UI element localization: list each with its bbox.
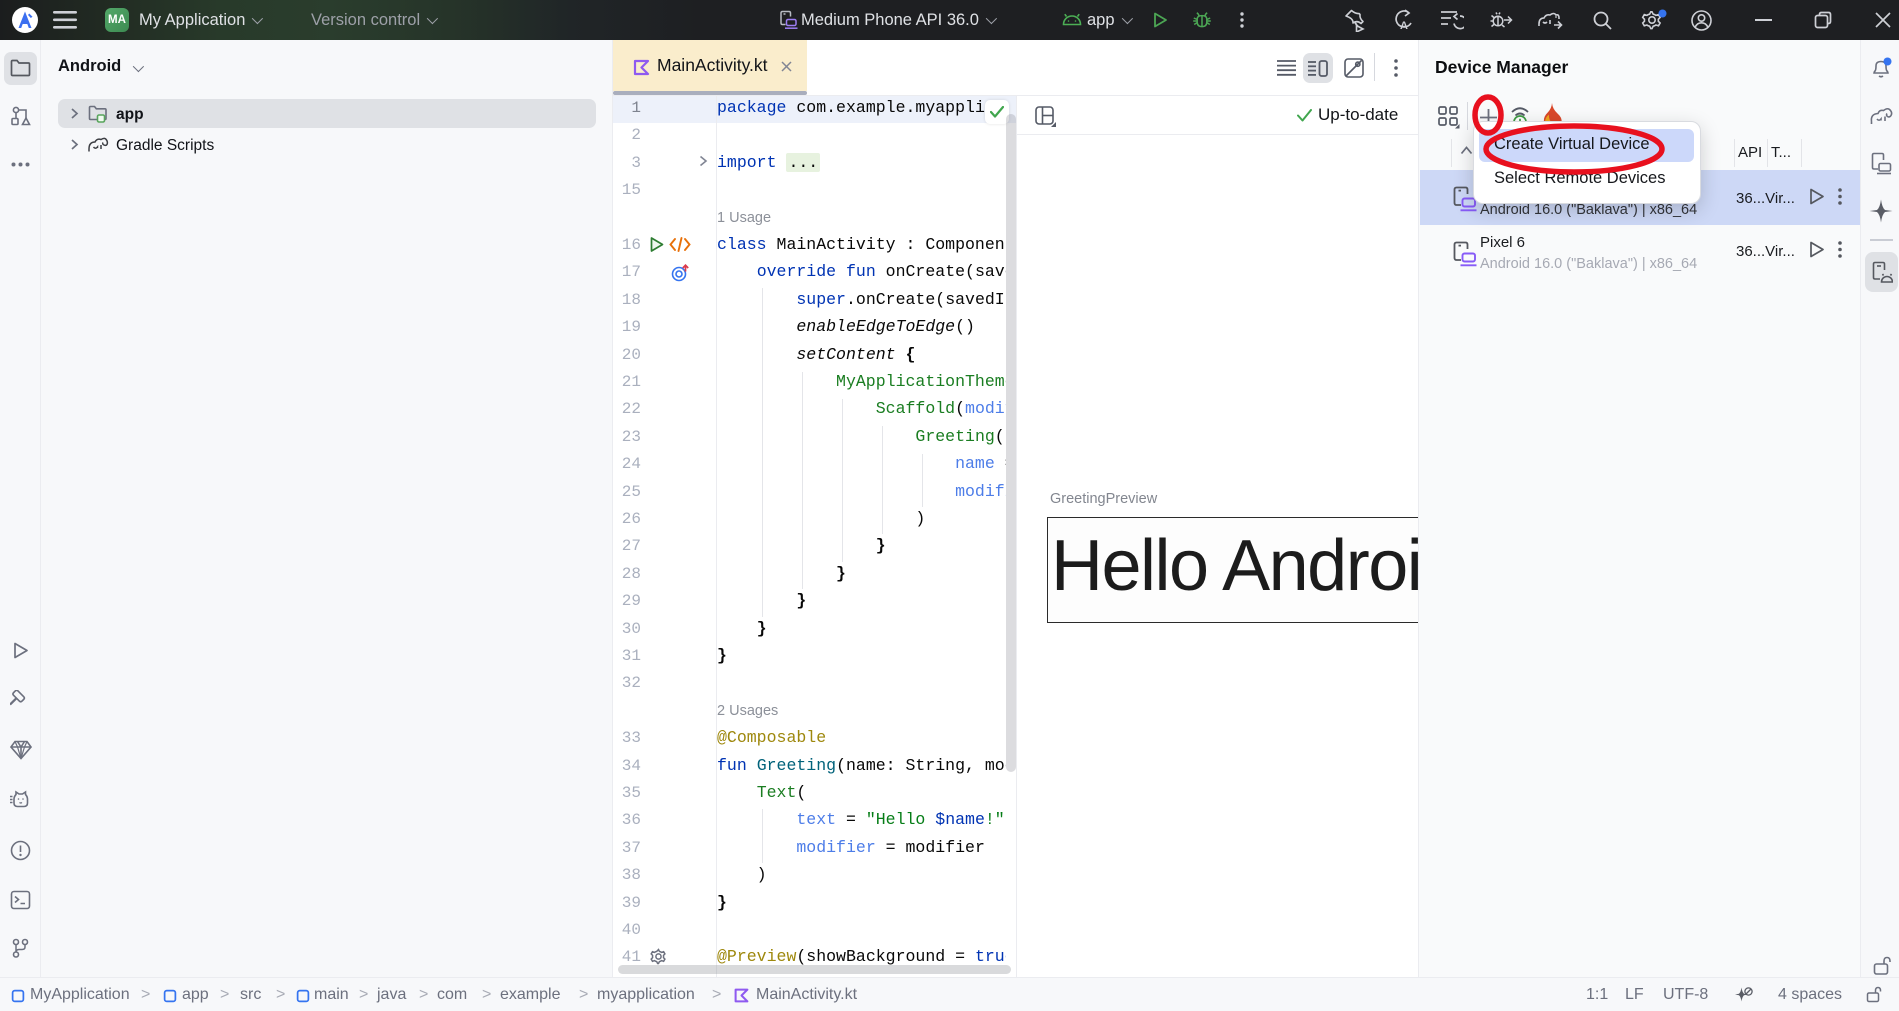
svg-text:A: A — [1400, 20, 1408, 31]
